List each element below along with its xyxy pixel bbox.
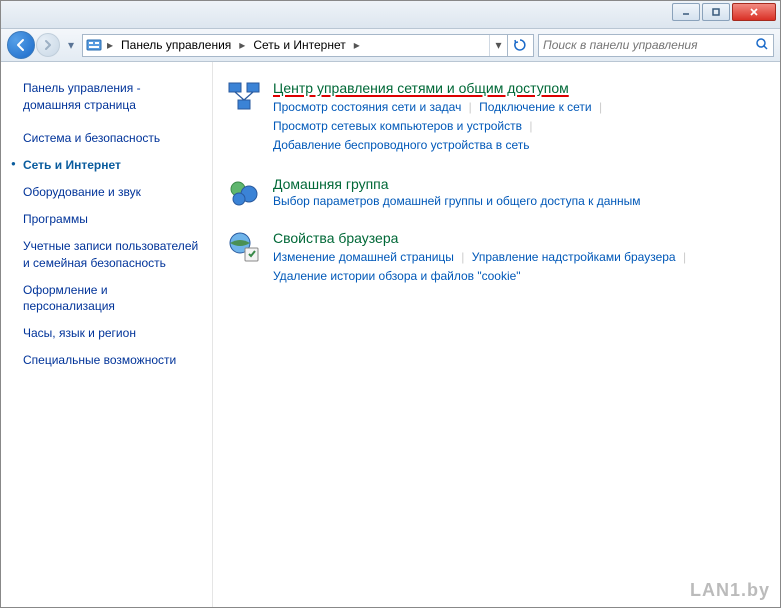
sidebar-item-network-internet[interactable]: Сеть и Интернет	[23, 157, 202, 173]
link-connect-network[interactable]: Подключение к сети	[479, 100, 591, 114]
link-change-homepage[interactable]: Изменение домашней страницы	[273, 250, 454, 264]
sidebar-item-system-security[interactable]: Система и безопасность	[23, 130, 202, 146]
link-browser-properties[interactable]: Свойства браузера	[273, 230, 398, 246]
maximize-button[interactable]	[702, 3, 730, 21]
watermark: LAN1.by	[690, 580, 770, 601]
sidebar-item-programs[interactable]: Программы	[23, 211, 202, 227]
breadcrumb-arrow[interactable]: ▸	[103, 35, 117, 56]
forward-button[interactable]	[36, 33, 60, 57]
homegroup-icon	[227, 176, 261, 210]
sidebar-item-clock-lang-region[interactable]: Часы, язык и регион	[23, 325, 202, 341]
address-dropdown[interactable]: ▾	[489, 35, 507, 56]
section-homegroup: Домашняя группа Выбор параметров домашне…	[227, 176, 750, 210]
link-view-network-status[interactable]: Просмотр состояния сети и задач	[273, 100, 461, 114]
link-delete-history-cookies[interactable]: Удаление истории обзора и файлов "cookie…	[273, 269, 521, 283]
link-homegroup-options[interactable]: Выбор параметров домашней группы и общег…	[273, 194, 641, 208]
address-bar[interactable]: ▸ Панель управления ▸ Сеть и Интернет ▸ …	[82, 34, 534, 57]
section-network-sharing: Центр управления сетями и общим доступом…	[227, 80, 750, 156]
sidebar-item-appearance[interactable]: Оформление и персонализация	[23, 282, 202, 314]
search-icon	[755, 37, 769, 54]
sidebar-home-line1: Панель управления -	[23, 81, 141, 95]
browser-properties-icon	[227, 230, 261, 264]
sidebar-item-user-accounts[interactable]: Учетные записи пользователей и семейная …	[23, 238, 202, 270]
search-box[interactable]	[538, 34, 774, 57]
breadcrumb-arrow[interactable]: ▸	[350, 35, 364, 56]
breadcrumb-control-panel[interactable]: Панель управления	[117, 35, 235, 56]
link-view-network-computers[interactable]: Просмотр сетевых компьютеров и устройств	[273, 119, 522, 133]
refresh-button[interactable]	[507, 35, 531, 56]
sidebar-home-line2: домашняя страница	[23, 98, 136, 112]
navigation-bar: ▾ ▸ Панель управления ▸ Сеть и Интернет …	[1, 29, 780, 62]
sidebar-item-hardware-sound[interactable]: Оборудование и звук	[23, 184, 202, 200]
breadcrumb-network-internet[interactable]: Сеть и Интернет	[249, 35, 349, 56]
control-panel-icon	[85, 36, 103, 54]
content-area: Центр управления сетями и общим доступом…	[213, 62, 780, 607]
back-button[interactable]	[7, 31, 35, 59]
link-manage-addons[interactable]: Управление надстройками браузера	[472, 250, 676, 264]
link-homegroup[interactable]: Домашняя группа	[273, 176, 389, 192]
recent-pages-dropdown[interactable]: ▾	[64, 33, 78, 57]
sidebar: Панель управления - домашняя страница Си…	[1, 62, 213, 607]
section-browser: Свойства браузера Изменение домашней стр…	[227, 230, 750, 286]
network-sharing-icon	[227, 80, 261, 114]
close-button[interactable]	[732, 3, 776, 21]
sidebar-home-link[interactable]: Панель управления - домашняя страница	[23, 80, 202, 114]
search-input[interactable]	[543, 38, 755, 52]
breadcrumb-arrow[interactable]: ▸	[235, 35, 249, 56]
title-bar	[1, 1, 780, 29]
link-add-wireless-device[interactable]: Добавление беспроводного устройства в се…	[273, 138, 530, 152]
sidebar-item-accessibility[interactable]: Специальные возможности	[23, 352, 202, 368]
minimize-button[interactable]	[672, 3, 700, 21]
link-network-sharing-center[interactable]: Центр управления сетями и общим доступом	[273, 80, 569, 96]
